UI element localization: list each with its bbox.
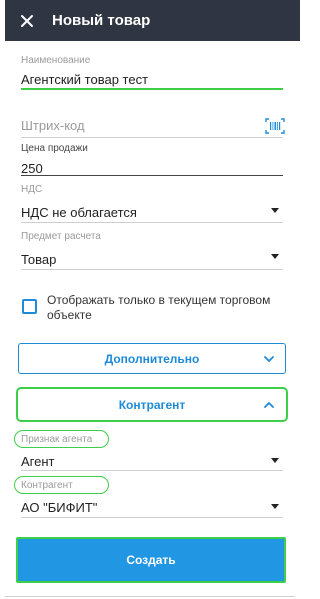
chevron-down-icon [264,356,274,363]
agent-sign-label: Признак агента [21,434,93,445]
counterparty-value: АО "БИФИТ" [21,500,98,515]
subject-underline [21,269,283,270]
name-field-underline [21,88,283,90]
vat-underline [21,222,283,223]
subject-value: Товар [21,252,57,267]
barcode-field-underline [21,137,283,138]
close-icon[interactable] [5,0,49,41]
counterparty-underline [21,517,283,518]
chevron-down-icon [271,504,279,509]
agent-sign-select[interactable]: Признак агента Агент [21,434,283,472]
current-store-only-checkbox-row[interactable]: Отображать только в текущем торговом объ… [22,293,282,323]
create-button[interactable]: Создать [16,537,286,583]
counterparty-section-label: Контрагент [118,397,186,412]
price-field[interactable]: Цена продажи 250 [21,143,283,177]
chevron-down-icon [271,208,279,213]
name-field-label: Наименование [21,55,91,66]
additional-section-label: Дополнительно [104,351,200,366]
barcode-placeholder: Штрих-код [21,118,85,133]
price-field-underline [21,175,283,176]
price-field-label: Цена продажи [21,143,88,154]
vat-label: НДС [21,184,43,195]
vat-value: НДС не облагается [21,205,137,220]
additional-section-toggle[interactable]: Дополнительно [18,343,286,374]
counterparty-section-toggle[interactable]: Контрагент [16,387,288,422]
chevron-up-icon [264,401,274,408]
agent-sign-value: Агент [21,454,55,469]
app-header: Новый товар [5,0,300,41]
current-store-only-label: Отображать только в текущем торговом объ… [47,293,271,322]
page-title: Новый товар [52,12,151,29]
vat-select[interactable]: НДС НДС не облагается [21,184,283,226]
create-button-label: Создать [126,553,176,567]
chevron-down-icon [271,254,279,259]
bottom-divider [5,596,295,597]
name-field-value[interactable]: Агентский товар тест [21,72,283,88]
counterparty-select[interactable]: Контрагент АО "БИФИТ" [21,480,283,520]
barcode-scan-icon[interactable] [265,118,285,134]
chevron-down-icon [271,458,279,463]
current-store-only-checkbox[interactable] [22,299,37,314]
subject-label: Предмет расчета [21,231,101,242]
agent-sign-underline [21,470,283,471]
counterparty-label: Контрагент [21,480,73,491]
barcode-field[interactable]: Штрих-код [21,114,285,138]
name-field[interactable]: Наименование Агентский товар тест [21,55,283,91]
subject-select[interactable]: Предмет расчета Товар [21,231,283,273]
